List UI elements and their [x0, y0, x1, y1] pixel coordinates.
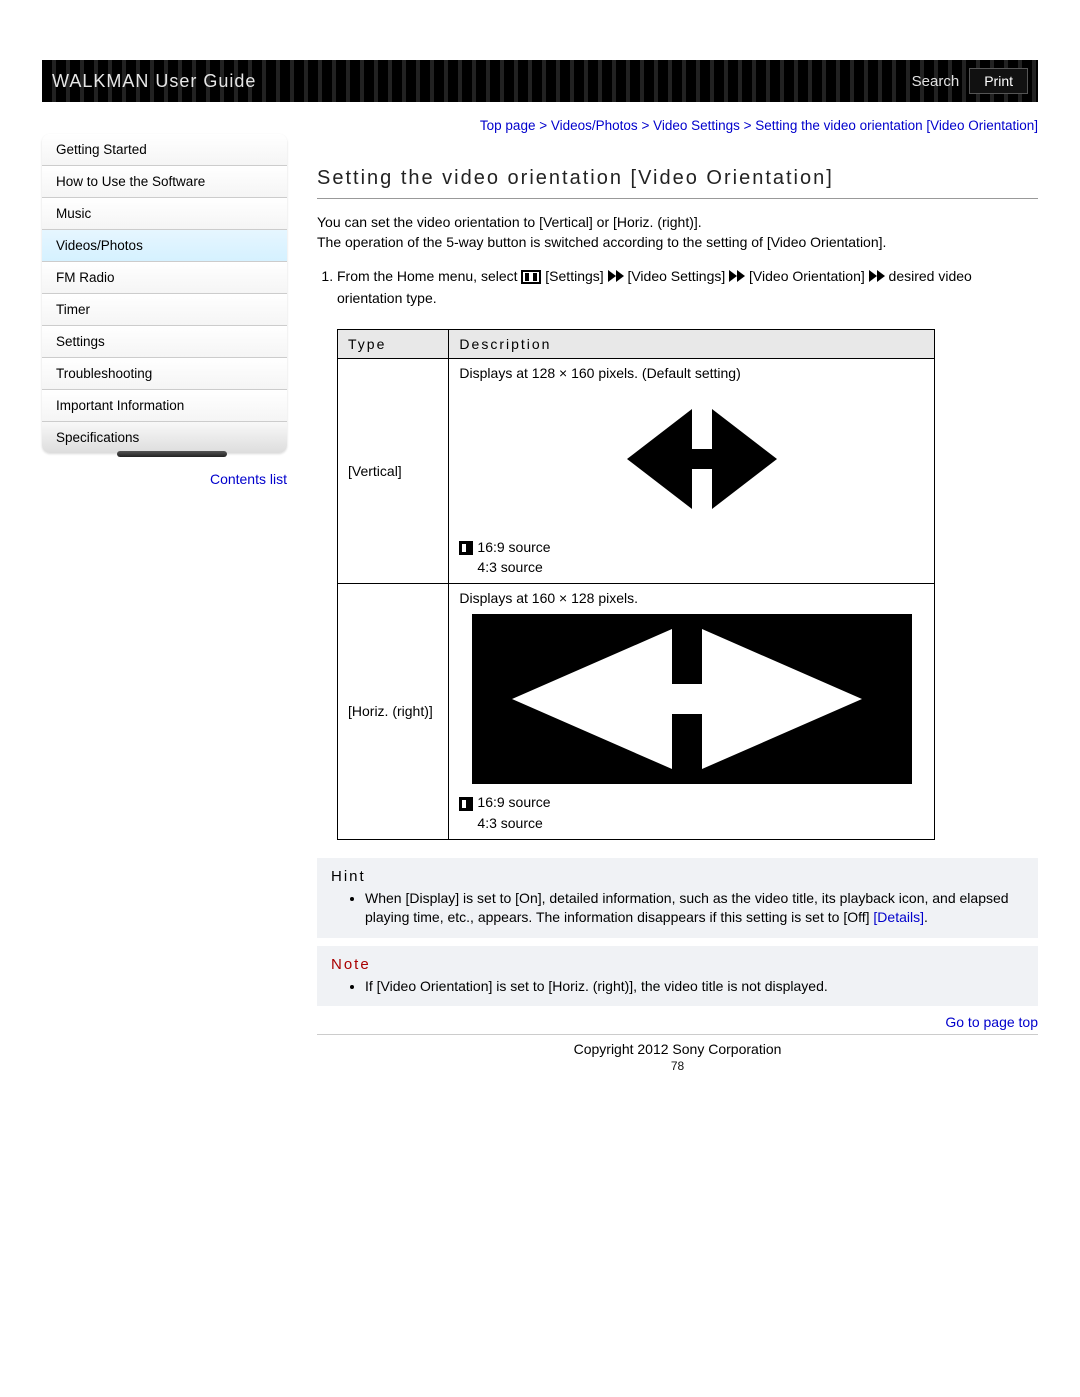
hint-title: Hint [331, 868, 1024, 885]
orientation-table: Type Description [Vertical] Displays at … [337, 329, 935, 840]
contents-list-link[interactable]: Contents list [42, 471, 287, 487]
breadcrumb-sep: > [638, 118, 653, 133]
settings-icon [521, 270, 541, 284]
hint-text-post: . [924, 909, 928, 925]
step-video-orientation-label: [Video Orientation] [749, 268, 869, 284]
type-cell-vertical: [Vertical] [338, 358, 449, 583]
source-16-9: 16:9 source [459, 537, 924, 557]
sidebar-item-getting-started[interactable]: Getting Started [42, 134, 287, 166]
desc-top: Displays at 128 × 160 pixels. (Default s… [459, 365, 924, 381]
ratio-icon [459, 797, 473, 811]
footer-divider [317, 1034, 1038, 1035]
sidebar-item-troubleshooting[interactable]: Troubleshooting [42, 358, 287, 390]
title-divider [317, 198, 1038, 199]
source-16-9: 16:9 source [459, 792, 924, 812]
breadcrumb-part[interactable]: Videos/Photos [551, 118, 638, 133]
page-title: Setting the video orientation [Video Ori… [317, 167, 1038, 190]
desc-top: Displays at 160 × 128 pixels. [459, 590, 924, 606]
sidebar-item-fm-radio[interactable]: FM Radio [42, 262, 287, 294]
vertical-sample-image [459, 389, 924, 529]
sidebar-scroll-indicator [117, 451, 227, 457]
search-link[interactable]: Search [912, 73, 960, 90]
note-item: If [Video Orientation] is set to [Horiz.… [365, 977, 1024, 997]
breadcrumb-part[interactable]: Video Settings [653, 118, 740, 133]
horiz-sample-image [459, 614, 924, 784]
breadcrumb[interactable]: Top page > Videos/Photos > Video Setting… [317, 112, 1038, 143]
app-header: WALKMAN User Guide Search Print [42, 60, 1038, 102]
sidebar-list: Getting Started How to Use the Software … [42, 134, 287, 453]
step-video-settings-label: [Video Settings] [627, 268, 729, 284]
header-title: WALKMAN User Guide [52, 71, 256, 92]
go-to-page-top-link[interactable]: Go to page top [317, 1014, 1038, 1030]
note-callout: Note If [Video Orientation] is set to [H… [317, 946, 1038, 1007]
main-content: Top page > Videos/Photos > Video Setting… [287, 112, 1038, 1073]
intro-line-1: You can set the video orientation to [Ve… [317, 214, 702, 230]
arrow-icon [608, 267, 624, 288]
sidebar-item-timer[interactable]: Timer [42, 294, 287, 326]
source-4-3: 4:3 source [459, 557, 924, 577]
col-description: Description [449, 329, 935, 358]
rewind-icon-sample-vertical [607, 389, 777, 529]
header-controls: Search Print [912, 68, 1028, 94]
step-list: From the Home menu, select [Settings] [V… [317, 266, 1038, 309]
arrow-icon [729, 267, 745, 288]
source-label: 4:3 source [477, 815, 542, 831]
step-1: From the Home menu, select [Settings] [V… [337, 266, 1038, 309]
intro-line-2: The operation of the 5-way button is swi… [317, 234, 886, 250]
desc-cell-vertical: Displays at 128 × 160 pixels. (Default s… [449, 358, 935, 583]
source-4-3: 4:3 source [459, 813, 924, 833]
breadcrumb-part[interactable]: Setting the video orientation [Video Ori… [755, 118, 1038, 133]
rewind-icon-sample-horiz [472, 614, 912, 784]
copyright-text: Copyright 2012 Sony Corporation [317, 1041, 1038, 1057]
ratio-icon [459, 541, 473, 555]
source-label: 4:3 source [477, 559, 542, 575]
table-row: [Horiz. (right)] Displays at 160 × 128 p… [338, 584, 935, 839]
sidebar-item-specifications[interactable]: Specifications [42, 422, 287, 453]
step-settings-label: [Settings] [545, 268, 607, 284]
breadcrumb-sep: > [740, 118, 755, 133]
sidebar-item-important-information[interactable]: Important Information [42, 390, 287, 422]
arrow-icon [869, 267, 885, 288]
sidebar-item-music[interactable]: Music [42, 198, 287, 230]
sidebar-item-settings[interactable]: Settings [42, 326, 287, 358]
page-root: WALKMAN User Guide Search Print Getting … [0, 0, 1080, 1103]
hint-callout: Hint When [Display] is set to [On], deta… [317, 858, 1038, 938]
page-number: 78 [317, 1059, 1038, 1073]
hint-item: When [Display] is set to [On], detailed … [365, 889, 1024, 928]
breadcrumb-part[interactable]: Top page [480, 118, 536, 133]
source-label: 16:9 source [477, 539, 550, 555]
col-type: Type [338, 329, 449, 358]
source-lines: 16:9 source 4:3 source [459, 537, 924, 577]
print-button[interactable]: Print [969, 68, 1028, 94]
breadcrumb-sep: > [535, 118, 550, 133]
details-link[interactable]: [Details] [873, 909, 924, 925]
intro-paragraph: You can set the video orientation to [Ve… [317, 213, 1038, 252]
body-area: Getting Started How to Use the Software … [42, 112, 1038, 1073]
desc-cell-horiz: Displays at 160 × 128 pixels. 16:9 sourc… [449, 584, 935, 839]
sidebar-item-how-to-use-software[interactable]: How to Use the Software [42, 166, 287, 198]
table-header-row: Type Description [338, 329, 935, 358]
type-cell-horiz: [Horiz. (right)] [338, 584, 449, 839]
sidebar-item-videos-photos[interactable]: Videos/Photos [42, 230, 287, 262]
source-label: 16:9 source [477, 794, 550, 810]
step-text-pre: From the Home menu, select [337, 268, 521, 284]
sidebar: Getting Started How to Use the Software … [42, 112, 287, 1073]
source-lines: 16:9 source 4:3 source [459, 792, 924, 832]
note-title: Note [331, 956, 1024, 973]
table-row: [Vertical] Displays at 128 × 160 pixels.… [338, 358, 935, 583]
